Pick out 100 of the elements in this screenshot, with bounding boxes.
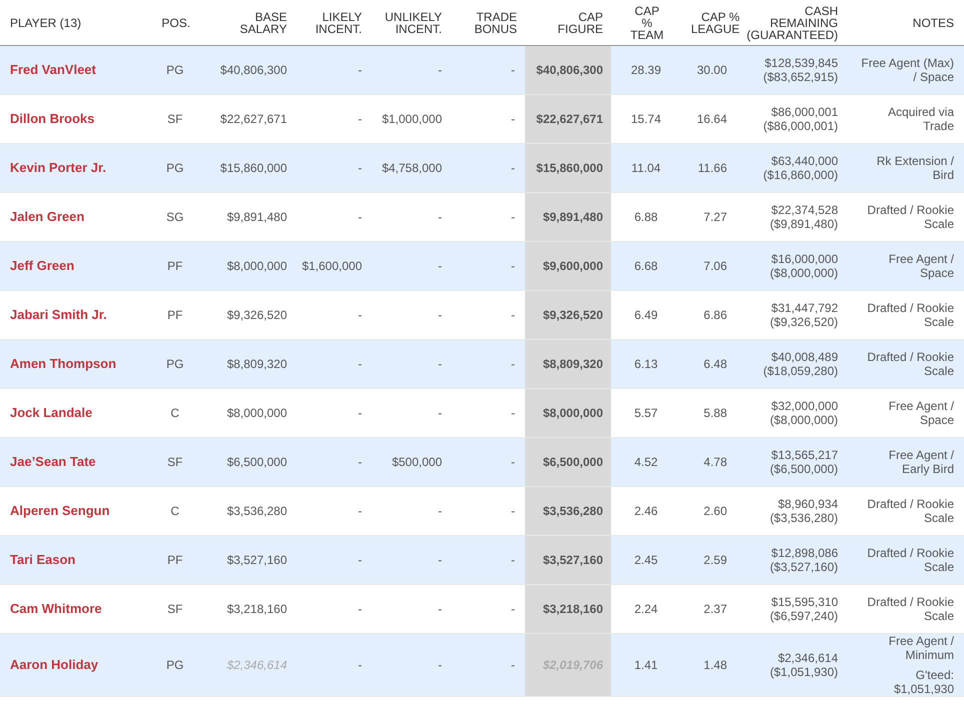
column-header[interactable]: POS. bbox=[162, 16, 190, 28]
table-cell: - bbox=[511, 455, 515, 469]
player-link[interactable]: Aaron Holiday bbox=[10, 657, 98, 672]
table-cell: $16,000,000 bbox=[771, 252, 838, 266]
table-cell: C bbox=[170, 504, 180, 518]
table-cell: PF bbox=[167, 308, 183, 322]
table-cell: - bbox=[358, 455, 362, 469]
table-cell: ($9,326,520) bbox=[770, 315, 838, 329]
table-cell: - bbox=[511, 504, 515, 518]
table-cell: $1,000,000 bbox=[382, 112, 442, 126]
table-cell: - bbox=[438, 259, 442, 273]
column-header[interactable]: TRADE BONUS bbox=[474, 10, 517, 34]
table-cell: $15,860,000 bbox=[220, 161, 287, 175]
table-cell: $8,809,320 bbox=[226, 357, 287, 371]
table-cell: $12,898,086 bbox=[771, 546, 838, 560]
column-header[interactable]: CAP % LEAGUE bbox=[691, 10, 740, 34]
table-cell: PF bbox=[167, 553, 183, 567]
table-cell: $86,000,001 bbox=[771, 105, 838, 119]
table-cell: - bbox=[438, 658, 442, 672]
note-text: Free Agent / Early Bird bbox=[888, 448, 954, 476]
table-cell: C bbox=[170, 406, 180, 420]
table-cell: $500,000 bbox=[392, 455, 442, 469]
table-cell: $13,565,217 bbox=[771, 448, 838, 462]
table-cell: - bbox=[511, 112, 515, 126]
player-link[interactable]: Jalen Green bbox=[10, 209, 84, 224]
table-cell: SG bbox=[166, 210, 184, 224]
table-cell: $22,627,671 bbox=[536, 112, 603, 126]
table-cell: 6.88 bbox=[634, 210, 658, 224]
table-cell: - bbox=[438, 210, 442, 224]
table-cell: - bbox=[511, 161, 515, 175]
player-link[interactable]: Fred VanVleet bbox=[10, 62, 96, 77]
column-header[interactable]: UNLIKELY INCENT. bbox=[384, 10, 442, 34]
table-cell: 28.39 bbox=[630, 63, 662, 77]
table-cell: 15.74 bbox=[630, 112, 662, 126]
table-cell: PG bbox=[166, 63, 184, 77]
table-cell: SF bbox=[167, 602, 183, 616]
table-cell: 5.57 bbox=[634, 406, 658, 420]
table-cell: $40,806,300 bbox=[536, 63, 603, 77]
table-cell: $22,627,671 bbox=[220, 112, 287, 126]
table-cell: ($6,597,240) bbox=[770, 609, 838, 623]
table-cell: $3,536,280 bbox=[226, 504, 287, 518]
player-link[interactable]: Jae’Sean Tate bbox=[10, 454, 96, 469]
table-cell: $8,809,320 bbox=[542, 357, 603, 371]
note-text: Drafted / Rookie Scale bbox=[866, 301, 954, 329]
table-cell: 1.48 bbox=[704, 658, 727, 672]
note-text: Drafted / Rookie Scale bbox=[866, 595, 954, 623]
table-cell: ($3,527,160) bbox=[770, 560, 838, 574]
table-cell: - bbox=[438, 308, 442, 322]
table-cell: $15,595,310 bbox=[771, 595, 838, 609]
table-cell: 6.13 bbox=[634, 357, 658, 371]
table-cell: $31,447,792 bbox=[771, 301, 838, 315]
column-header[interactable]: LIKELY INCENT. bbox=[315, 10, 362, 34]
table-cell: $9,600,000 bbox=[542, 259, 603, 273]
table-cell: $6,500,000 bbox=[542, 455, 603, 469]
table-cell: $8,960,934 bbox=[778, 497, 838, 511]
player-link[interactable]: Jabari Smith Jr. bbox=[10, 307, 107, 322]
table-cell: 2.46 bbox=[634, 504, 658, 518]
column-header[interactable]: CAP FIGURE bbox=[558, 10, 603, 34]
table-cell: ($8,000,000) bbox=[770, 266, 838, 280]
table-cell: - bbox=[511, 357, 515, 371]
table-cell: - bbox=[358, 553, 362, 567]
table-cell: 5.88 bbox=[704, 406, 727, 420]
table-cell: - bbox=[358, 602, 362, 616]
column-header[interactable]: CAP % TEAM bbox=[630, 4, 664, 40]
column-header[interactable]: BASE SALARY bbox=[240, 10, 287, 34]
player-link[interactable]: Jeff Green bbox=[10, 258, 74, 273]
note-text: Drafted / Rookie Scale bbox=[866, 203, 954, 231]
table-cell: - bbox=[358, 406, 362, 420]
player-link[interactable]: Tari Eason bbox=[10, 552, 76, 567]
note-text: Free Agent (Max) / Space bbox=[860, 56, 954, 84]
table-cell: $9,326,520 bbox=[542, 308, 603, 322]
note-text: Rk Extension / Bird bbox=[876, 154, 954, 182]
table-cell: $9,891,480 bbox=[226, 210, 287, 224]
note-text: G'teed: $1,051,930 bbox=[892, 668, 954, 696]
player-link[interactable]: Kevin Porter Jr. bbox=[10, 160, 106, 175]
table-cell: 2.37 bbox=[704, 602, 727, 616]
column-header[interactable]: CASH REMAINING (GUARANTEED) bbox=[746, 4, 838, 40]
table-cell: - bbox=[358, 658, 362, 672]
table-cell: - bbox=[438, 63, 442, 77]
player-link[interactable]: Dillon Brooks bbox=[10, 111, 95, 126]
table-cell: $2,346,614 bbox=[778, 651, 838, 665]
table-cell: - bbox=[511, 658, 515, 672]
player-link[interactable]: Cam Whitmore bbox=[10, 601, 102, 616]
table-cell: 2.45 bbox=[634, 553, 658, 567]
column-header[interactable]: PLAYER (13) bbox=[10, 16, 82, 28]
player-link[interactable]: Alperen Sengun bbox=[10, 503, 110, 518]
note-text: Free Agent / Space bbox=[888, 399, 954, 427]
table-cell: 16.64 bbox=[696, 112, 727, 126]
table-cell: - bbox=[438, 406, 442, 420]
table-cell: $6,500,000 bbox=[226, 455, 287, 469]
table-cell: $128,539,845 bbox=[764, 56, 838, 70]
table-cell: ($18,059,280) bbox=[763, 364, 838, 378]
table-cell: ($83,652,915) bbox=[763, 70, 838, 84]
table-cell: $8,000,000 bbox=[226, 406, 287, 420]
table-cell: 6.86 bbox=[704, 308, 727, 322]
table-cell: PG bbox=[166, 161, 184, 175]
column-header[interactable]: NOTES bbox=[912, 16, 954, 28]
player-link[interactable]: Jock Landale bbox=[10, 405, 92, 420]
table-cell: 7.27 bbox=[704, 210, 727, 224]
table-cell: $15,860,000 bbox=[536, 161, 603, 175]
